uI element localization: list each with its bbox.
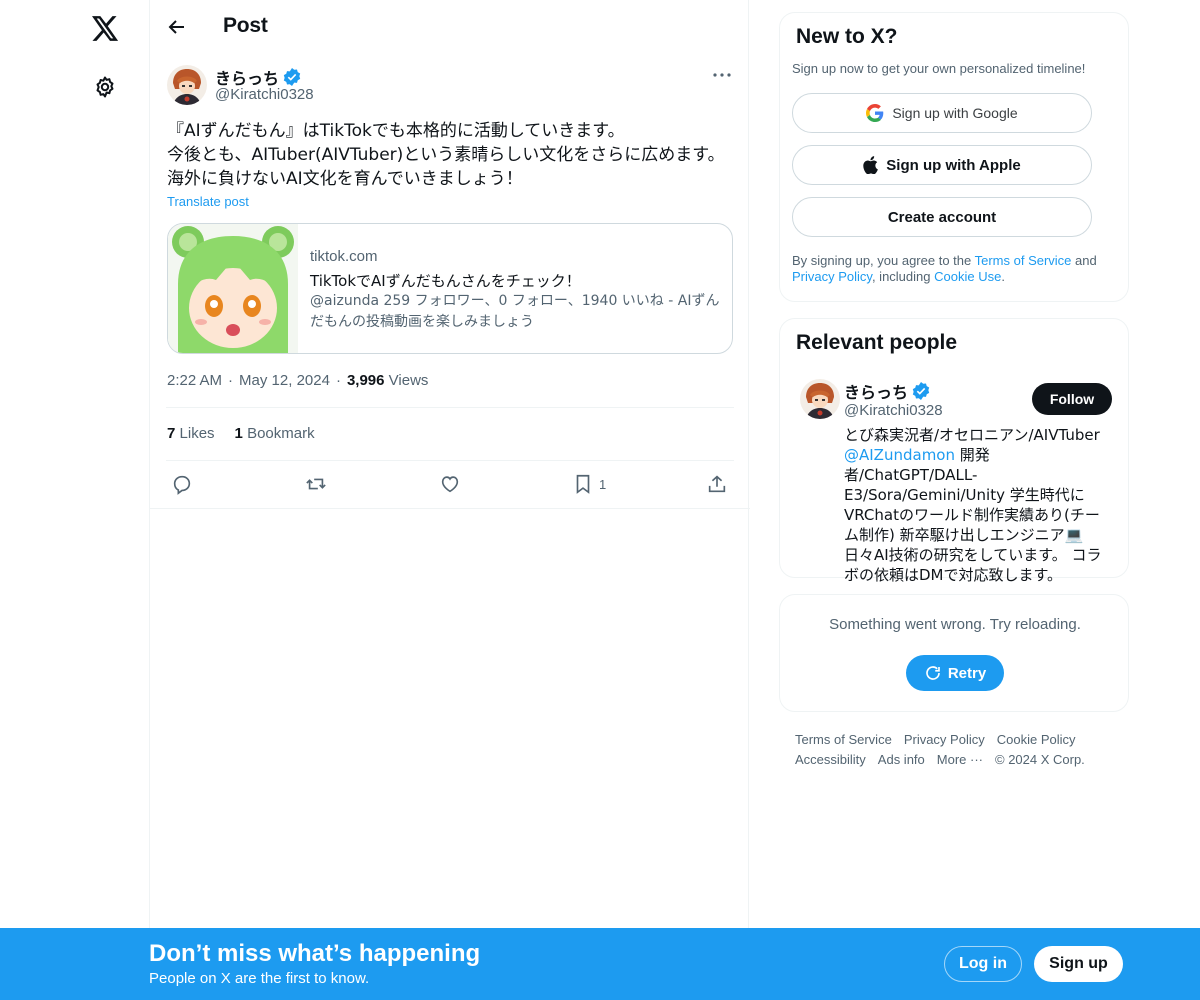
views-count: 3,996 xyxy=(346,372,385,389)
google-signup-button[interactable]: Sign up with Google xyxy=(792,93,1092,133)
divider xyxy=(150,508,750,509)
likes-stat[interactable]: 7 Likes xyxy=(167,425,215,442)
post-meta: 2:22 AM · May 12, 2024 · 3,996 Views xyxy=(167,372,428,389)
person-handle[interactable]: @Kiratchi0328 xyxy=(844,402,943,419)
error-panel: Something went wrong. Try reloading. Ret… xyxy=(779,594,1129,712)
post-actions: 1 xyxy=(150,471,750,507)
relevant-people-panel: Relevant people きらっち @Kiratchi0328 Follo… xyxy=(779,318,1129,584)
create-account-button[interactable]: Create account xyxy=(792,197,1092,237)
post-stats: 7 Likes 1 Bookmark xyxy=(167,425,315,442)
card-description: @aizunda 259 フォロワー、0 フォロー、1940 いいね - AIず… xyxy=(310,293,720,330)
card-title: TikTokでAIずんだもんさんをチェック！ xyxy=(310,272,581,290)
legal-text: and xyxy=(1071,253,1097,268)
legal-text: , including xyxy=(871,269,935,284)
bio-text: 開発者/ChatGPT/DALL-E3/Sora/Gemini/Unity 学生… xyxy=(844,446,1102,584)
translate-post-link[interactable]: Translate post xyxy=(167,194,249,209)
views-label: Views xyxy=(388,372,429,389)
meta-separator: · xyxy=(335,372,341,389)
bookmarks-label: Bookmark xyxy=(247,425,315,442)
more-options-icon[interactable] xyxy=(710,65,734,85)
back-button[interactable] xyxy=(164,14,190,40)
meta-separator: · xyxy=(228,372,234,389)
footer-more-link[interactable]: More ··· xyxy=(937,750,983,770)
signup-legal-text: By signing up, you agree to the Terms of… xyxy=(792,253,1122,285)
arrow-left-icon xyxy=(168,20,184,34)
privacy-link[interactable]: Privacy Policy xyxy=(792,269,872,284)
post-date[interactable]: May 12, 2024 xyxy=(239,372,330,389)
post-time[interactable]: 2:22 AM xyxy=(167,372,222,389)
signup-subtitle: Sign up now to get your own personalized… xyxy=(792,61,1086,76)
login-button[interactable]: Log in xyxy=(944,946,1022,982)
login-banner: Don’t miss what’s happening People on X … xyxy=(0,928,1200,1000)
share-icon[interactable] xyxy=(706,471,728,497)
bookmark-icon xyxy=(576,474,590,494)
main-column: Post きらっち @Kiratchi0328 『AIずんだもん』はTikTok… xyxy=(149,0,750,1000)
verified-badge-icon xyxy=(912,382,930,400)
person-name-text: きらっち xyxy=(844,385,909,402)
repost-icon[interactable] xyxy=(304,471,328,497)
footer-links: Terms of Service Privacy Policy Cookie Pol… xyxy=(795,730,1115,770)
post-views: 3,996 Views xyxy=(347,372,428,389)
footer-link[interactable]: Cookie Policy xyxy=(997,730,1076,750)
bio-text: とび森実況者/オセロニアン/AIVTuber xyxy=(844,426,1100,444)
signup-button[interactable]: Sign up xyxy=(1034,946,1123,982)
cookie-link[interactable]: Cookie Use xyxy=(934,269,1001,284)
apple-signup-button[interactable]: Sign up with Apple xyxy=(792,145,1092,185)
post-text: 『AIずんだもん』はTikTokでも本格的に活動していきます。 今後とも、AIT… xyxy=(167,121,725,189)
bookmark-action[interactable]: 1 xyxy=(573,471,606,497)
error-message: Something went wrong. Try reloading. xyxy=(829,616,1081,633)
x-logo-icon[interactable] xyxy=(89,12,121,44)
divider xyxy=(166,460,734,461)
legal-text: By signing up, you agree to the xyxy=(792,253,975,268)
bio-mention-link[interactable]: @AIZundamon xyxy=(844,446,955,464)
likes-label: Likes xyxy=(179,425,215,442)
page-title: Post xyxy=(223,14,268,37)
banner-subtitle: People on X are the first to know. xyxy=(149,970,370,987)
person-avatar[interactable] xyxy=(800,379,840,419)
apple-signup-label: Sign up with Apple xyxy=(886,156,1021,174)
refresh-icon xyxy=(926,666,940,680)
google-icon xyxy=(866,104,884,122)
person-bio: とび森実況者/オセロニアン/AIVTuber @AIZundamon 開発者/C… xyxy=(844,425,1114,585)
card-domain: tiktok.com xyxy=(310,248,378,265)
gear-icon[interactable] xyxy=(91,73,119,101)
banner-title: Don’t miss what’s happening xyxy=(149,940,481,967)
likes-count: 7 xyxy=(167,425,176,442)
link-preview-card[interactable]: tiktok.com TikTokでAIずんだもんさんをチェック！ @aizun… xyxy=(167,223,733,354)
apple-icon xyxy=(863,156,879,174)
verified-badge-icon xyxy=(283,68,301,86)
follow-button[interactable]: Follow xyxy=(1032,383,1112,415)
signup-title: New to X? xyxy=(796,25,898,48)
like-icon[interactable] xyxy=(439,471,461,497)
person-name[interactable]: きらっち xyxy=(844,379,930,403)
retry-button[interactable]: Retry xyxy=(906,655,1004,691)
author-handle[interactable]: @Kiratchi0328 xyxy=(215,86,314,103)
google-signup-label: Sign up with Google xyxy=(892,105,1018,121)
reply-icon[interactable] xyxy=(171,471,193,497)
signup-panel: New to X? Sign up now to get your own pe… xyxy=(779,12,1129,302)
bookmarks-stat[interactable]: 1 Bookmark xyxy=(235,425,315,442)
copyright: © 2024 X Corp. xyxy=(995,752,1085,767)
retry-label: Retry xyxy=(947,664,987,682)
footer-link[interactable]: Accessibility xyxy=(795,750,866,770)
terms-link[interactable]: Terms of Service xyxy=(975,253,1072,268)
relevant-people-title: Relevant people xyxy=(796,331,958,354)
footer-link[interactable]: Privacy Policy xyxy=(904,730,985,750)
legal-text: . xyxy=(1001,269,1005,284)
author-avatar[interactable] xyxy=(167,65,207,105)
divider xyxy=(166,407,734,408)
bookmarks-count: 1 xyxy=(234,425,243,442)
bookmark-action-count: 1 xyxy=(599,476,607,492)
footer-link[interactable]: Ads info xyxy=(878,750,925,770)
card-thumbnail xyxy=(168,224,298,353)
footer-link[interactable]: Terms of Service xyxy=(795,730,892,750)
left-nav xyxy=(0,0,150,1000)
page-header: Post xyxy=(150,0,750,53)
